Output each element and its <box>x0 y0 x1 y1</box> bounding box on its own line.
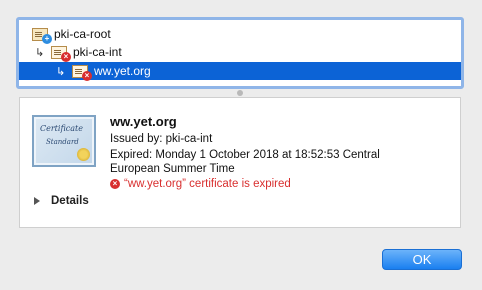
expiry-line-2: European Summer Time <box>110 163 235 175</box>
disclosure-triangle-icon[interactable] <box>34 197 40 205</box>
certificate-chain-list[interactable]: + pki-ca-root ↳ × pki-ca-int ↳ × ww.yet.… <box>16 17 464 89</box>
chain-item-intermediate[interactable]: ↳ × pki-ca-int <box>19 43 461 62</box>
certificate-name: ww.yet.org <box>110 114 177 129</box>
certificate-dialog: + pki-ca-root ↳ × pki-ca-int ↳ × ww.yet.… <box>0 0 482 290</box>
chain-item-root[interactable]: + pki-ca-root <box>19 25 461 44</box>
expiry-line-1: Expired: Monday 1 October 2018 at 18:52:… <box>110 149 380 161</box>
details-disclosure[interactable]: Details <box>34 195 89 207</box>
root-certificate-icon: + <box>32 27 52 44</box>
details-label: Details <box>51 195 89 207</box>
invalid-certificate-icon: × <box>51 45 71 62</box>
seal-icon <box>77 148 90 161</box>
chain-item-label: pki-ca-root <box>54 27 111 41</box>
hierarchy-arrow-icon: ↳ <box>35 45 45 59</box>
ok-button[interactable]: OK <box>382 249 462 270</box>
hierarchy-arrow-icon: ↳ <box>56 64 66 78</box>
error-icon: × <box>110 179 120 189</box>
certificate-detail-panel: Certificate Standard ww.yet.org Issued b… <box>19 97 461 228</box>
certificate-image: Certificate Standard <box>32 115 96 167</box>
chain-item-label: pki-ca-int <box>73 45 122 59</box>
issued-by: Issued by: pki-ca-int <box>110 133 213 145</box>
chain-item-leaf[interactable]: ↳ × ww.yet.org <box>19 62 461 81</box>
invalid-certificate-icon: × <box>72 64 92 81</box>
splitter-handle[interactable] <box>237 90 243 96</box>
error-message: × “ww.yet.org” certificate is expired <box>110 178 291 190</box>
chain-item-label: ww.yet.org <box>94 64 151 78</box>
